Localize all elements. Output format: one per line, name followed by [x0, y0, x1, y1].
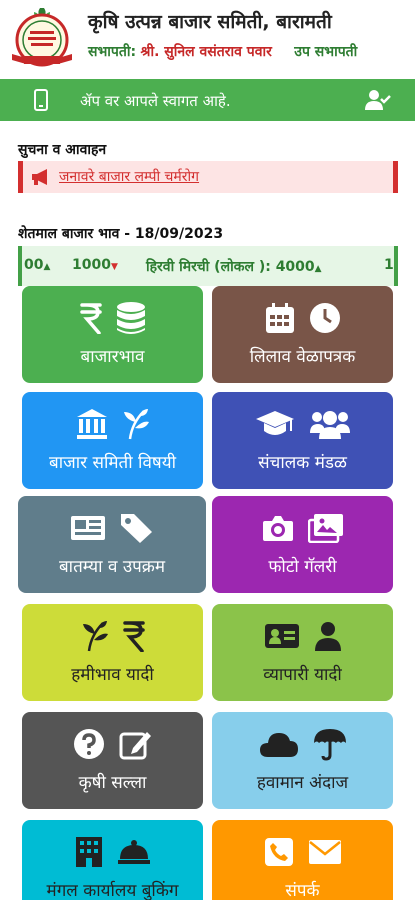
question-icon: [73, 729, 104, 759]
market-ticker[interactable]: 00▲ 1000▼ हिरवी मिरची (लोकल ): 4000▲ 1: [18, 246, 398, 286]
tile-label: संचालक मंडळ: [258, 453, 347, 473]
tile-auction-schedule[interactable]: लिलाव वेळापत्रक: [212, 286, 393, 383]
chairman-name: श्री. सुनिल वसंतराव पवार: [140, 44, 272, 60]
tile-label: कृषी सल्ला: [78, 773, 147, 793]
tile-contact[interactable]: संपर्क: [212, 820, 393, 900]
tile-label: लिलाव वेळापत्रक: [249, 347, 356, 367]
app-header: कृषि उत्पन्न बाजार समिती, बारामती सभापती…: [0, 0, 415, 76]
images-icon: [307, 514, 343, 543]
tile-label: मंगल कार्यालय बुकिंग: [46, 881, 179, 900]
tile-market-rates[interactable]: बाजारभाव: [22, 286, 203, 383]
ticker-value-2: 1000▼: [72, 257, 118, 273]
building-icon: [75, 837, 102, 867]
bank-icon: [76, 409, 107, 439]
welcome-text: ॲप वर आपले स्वागत आहे.: [80, 92, 231, 110]
phone-icon: [264, 838, 293, 866]
tile-label: बाजारभाव: [80, 347, 145, 367]
tile-agri-advice[interactable]: कृषी सल्ला: [22, 712, 203, 809]
rupee-icon: [79, 303, 102, 334]
tile-label: हवामान अंदाज: [256, 773, 349, 793]
plant-icon: [123, 409, 149, 440]
ticker-value-1: 00▲: [24, 257, 51, 273]
tile-about-committee[interactable]: बाजार समिती विषयी: [22, 392, 203, 489]
cloud-icon: [259, 733, 298, 757]
tile-label: हमीभाव यादी: [71, 665, 154, 685]
welcome-bar: ॲप वर आपले स्वागत आहे.: [0, 79, 415, 121]
user-check-icon[interactable]: [365, 89, 391, 111]
envelope-icon: [308, 840, 341, 864]
camera-icon: [262, 516, 293, 541]
chairman-label: सभापती:: [88, 44, 137, 60]
app-title: कृषि उत्पन्न बाजार समिती, बारामती: [88, 11, 332, 33]
tile-news-activities[interactable]: बातम्या व उपक्रम: [18, 496, 206, 593]
tile-hall-booking[interactable]: मंगल कार्यालय बुकिंग: [22, 820, 203, 900]
up-arrow-icon: ▲: [43, 262, 51, 272]
tile-label: फोटो गॅलरी: [268, 557, 337, 577]
committee-line: सभापती: श्री. सुनिल वसंतराव पवार उप सभाप…: [88, 42, 357, 61]
tile-photo-gallery[interactable]: फोटो गॅलरी: [212, 496, 393, 593]
tile-weather-forecast[interactable]: हवामान अंदाज: [212, 712, 393, 809]
mobile-icon: [34, 89, 48, 111]
vice-chairman-label: उप सभापती: [294, 44, 358, 60]
ticker-item: हिरवी मिरची (लोकल ): 4000▲: [146, 259, 322, 275]
users-icon: [309, 411, 350, 439]
ticker-value-3: 1: [384, 257, 394, 273]
tile-msp-list[interactable]: हमीभाव यादी: [22, 604, 203, 701]
down-arrow-icon: ▼: [110, 262, 118, 272]
tile-label: बातम्या व उपक्रम: [58, 557, 166, 577]
logo-icon: [12, 8, 72, 67]
notice-item[interactable]: जनावरे बाजार लम्पी चर्मरोग: [18, 161, 398, 193]
up-arrow-icon: ▲: [314, 264, 322, 274]
tile-label: बाजार समिती विषयी: [49, 453, 176, 473]
database-icon: [116, 302, 145, 334]
notice-link[interactable]: जनावरे बाजार लम्पी चर्मरोग: [59, 167, 199, 186]
notices-title: सुचना व आवाहन: [18, 142, 107, 158]
rupee-icon: [122, 621, 145, 652]
market-rates-title: शेतमाल बाजार भाव - 18/09/2023: [18, 226, 224, 242]
tags-icon: [121, 514, 152, 543]
graduation-cap-icon: [255, 411, 294, 435]
tile-label: संपर्क: [285, 881, 320, 900]
edit-icon: [119, 732, 151, 760]
tile-traders-list[interactable]: व्यापारी यादी: [212, 604, 393, 701]
bell-icon: [117, 840, 150, 864]
id-card-icon: [264, 624, 299, 648]
umbrella-icon: [313, 729, 346, 761]
user-icon: [314, 622, 341, 651]
newspaper-icon: [71, 516, 105, 540]
tile-board-of-directors[interactable]: संचालक मंडळ: [212, 392, 393, 489]
megaphone-icon: [32, 169, 47, 185]
plant-icon: [82, 621, 108, 652]
calendar-icon: [265, 303, 294, 333]
tile-label: व्यापारी यादी: [263, 665, 342, 685]
clock-icon: [309, 303, 340, 333]
